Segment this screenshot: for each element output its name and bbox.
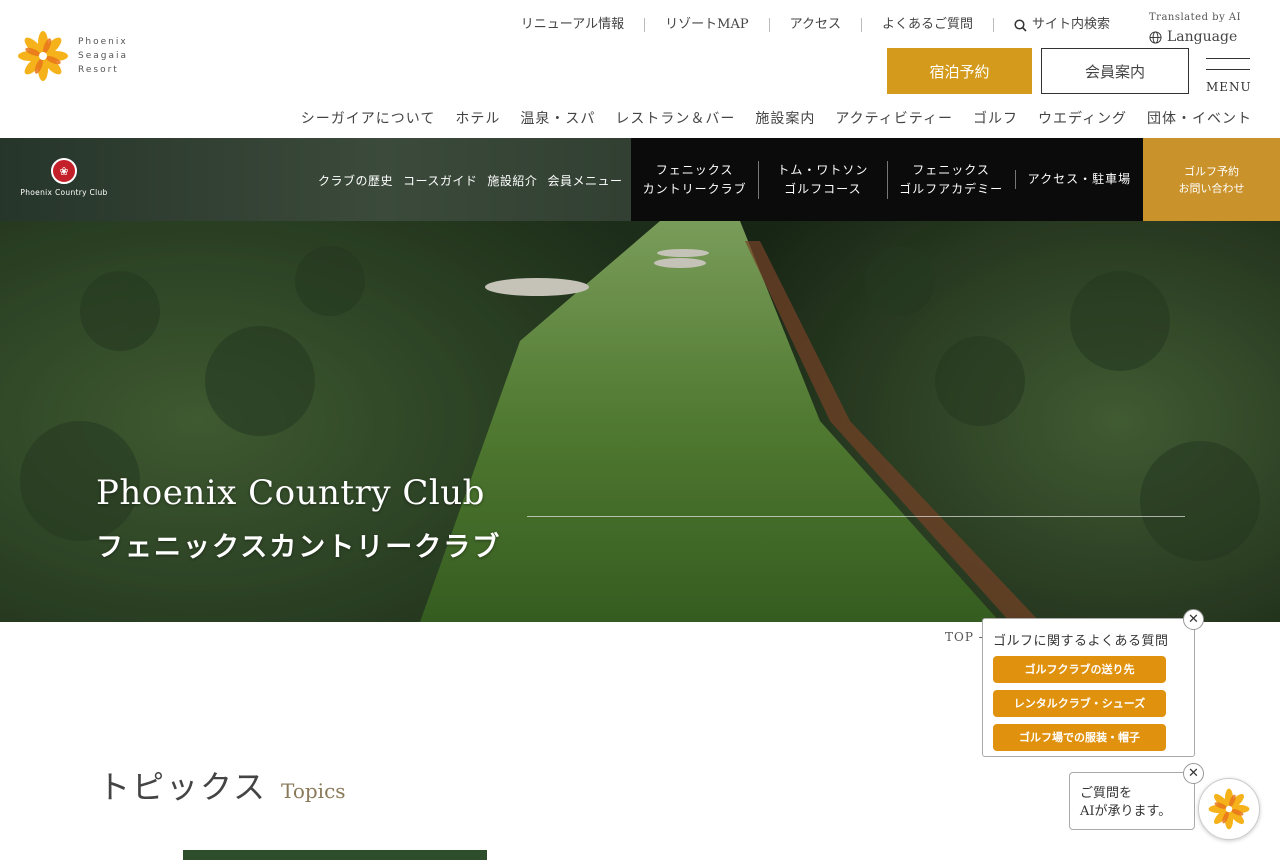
club-emblem-icon: ❀ — [51, 158, 77, 184]
topic-thumbnail[interactable] — [183, 850, 487, 860]
brand-line-2: Seagaia — [78, 51, 129, 61]
course-tab-phoenix-cc[interactable]: フェニックス カントリークラブ — [631, 161, 758, 199]
breadcrumb[interactable]: TOP - — [945, 630, 984, 644]
menu-button[interactable]: MENU — [1206, 58, 1252, 94]
phoenix-flower-icon — [1208, 788, 1250, 830]
faq-close-icon[interactable]: ✕ — [1183, 609, 1204, 630]
ai-chat-line1: ご質問を — [1080, 786, 1133, 801]
ai-chat-close-icon[interactable]: ✕ — [1183, 763, 1204, 784]
gnav-about[interactable]: シーガイアについて — [301, 108, 436, 128]
club-link-facilities[interactable]: 施設紹介 — [487, 172, 537, 189]
course-tab-line1: フェニックス — [655, 162, 734, 177]
site-search-label: サイト内検索 — [1031, 17, 1110, 32]
faq-button-dress-code[interactable]: ゴルフ場での服装・帽子 — [993, 724, 1166, 751]
gnav-activities[interactable]: アクティビティー — [835, 108, 953, 128]
ai-chat-bubble[interactable]: ご質問を AIが承ります。 — [1069, 772, 1195, 830]
hero-image: Phoenix Country Club フェニックスカントリークラブ — [0, 221, 1280, 622]
global-nav: シーガイアについて ホテル 温泉・スパ レストラン＆バー 施設案内 アクティビテ… — [301, 108, 1252, 128]
course-tab-academy[interactable]: フェニックス ゴルフアカデミー — [886, 160, 1015, 199]
member-info-button[interactable]: 会員案内 — [1041, 48, 1189, 94]
globe-icon — [1149, 30, 1162, 44]
menu-bar-top — [1206, 58, 1250, 59]
translated-note: Translated by AI — [1149, 12, 1242, 23]
club-link-history[interactable]: クラブの歴史 — [318, 172, 393, 189]
phoenix-flower-icon — [18, 31, 68, 81]
gnav-wedding[interactable]: ウエディング — [1038, 108, 1127, 128]
site-search-link[interactable]: サイト内検索 — [992, 17, 1130, 32]
country-club-logo[interactable]: ❀ Phoenix Country Club — [9, 158, 119, 197]
topics-heading: トピックス Topics — [98, 762, 346, 808]
faq-title: ゴルフに関するよくある質問 — [993, 634, 1169, 649]
brand-line-1: Phoenix — [78, 37, 128, 47]
utility-nav: リニューアル情報 リゾートMAP アクセス よくあるご質問 サイト内検索 — [500, 18, 1130, 32]
golf-faq-popup: ゴルフに関するよくある質問 ゴルフクラブの送り先 レンタルクラブ・シューズ ゴル… — [982, 618, 1195, 757]
topics-title-jp: トピックス — [98, 768, 268, 806]
faq-button-club-shipping[interactable]: ゴルフクラブの送り先 — [993, 656, 1166, 683]
ai-chat-launcher[interactable] — [1198, 778, 1260, 840]
course-tab-line1: トム・ワトソン — [777, 162, 869, 177]
topics-title-en: Topics — [281, 779, 346, 803]
golf-reservation-line1: ゴルフ予約 — [1184, 164, 1239, 178]
menu-label: MENU — [1206, 80, 1252, 94]
gnav-restaurant[interactable]: レストラン＆バー — [615, 108, 735, 128]
resort-logo-text: Phoenix Seagaia Resort — [78, 35, 128, 77]
util-link-faq[interactable]: よくあるご質問 — [860, 18, 993, 32]
util-link-access[interactable]: アクセス — [768, 18, 861, 32]
gnav-facilities[interactable]: 施設案内 — [755, 108, 815, 128]
course-tabs: フェニックス カントリークラブ トム・ワトソン ゴルフコース フェニックス ゴル… — [631, 138, 1143, 221]
course-tab-line2: カントリークラブ — [642, 181, 747, 196]
course-tab-line1: フェニックス — [912, 162, 990, 177]
club-link-member-menu[interactable]: 会員メニュー — [547, 172, 622, 189]
hero-title-english: Phoenix Country Club — [96, 473, 485, 513]
hero-divider — [527, 516, 1185, 517]
util-link-resort-map[interactable]: リゾートMAP — [644, 18, 768, 32]
language-selector[interactable]: Translated by AI Language — [1149, 12, 1244, 45]
resort-logo[interactable]: Phoenix Seagaia Resort — [16, 28, 146, 84]
brand-line-3: Resort — [78, 65, 119, 75]
gnav-hotel[interactable]: ホテル — [455, 108, 500, 128]
course-tab-tom-watson[interactable]: トム・ワトソン ゴルフコース — [758, 160, 886, 199]
golf-reservation-line2: お問い合わせ — [1178, 181, 1245, 195]
club-link-course-guide[interactable]: コースガイド — [403, 172, 477, 189]
golf-reservation-button[interactable]: ゴルフ予約 お問い合わせ — [1143, 138, 1280, 221]
menu-bar-bottom — [1206, 69, 1250, 70]
language-label: Language — [1167, 29, 1238, 45]
club-logo-text: Phoenix Country Club — [20, 188, 108, 197]
hero-title-japanese: フェニックスカントリークラブ — [96, 532, 502, 563]
course-tab-line1: アクセス・駐車場 — [1027, 172, 1132, 186]
course-tab-line2: ゴルフアカデミー — [899, 181, 1004, 196]
gnav-spa[interactable]: 温泉・スパ — [520, 108, 595, 128]
course-tab-access-parking[interactable]: アクセス・駐車場 — [1014, 170, 1143, 189]
gnav-golf[interactable]: ゴルフ — [973, 108, 1018, 128]
ai-chat-line2: AIが承ります。 — [1080, 804, 1172, 819]
gnav-groups[interactable]: 団体・イベント — [1147, 108, 1252, 128]
course-tab-line2: ゴルフコース — [784, 181, 862, 196]
club-links: クラブの歴史 コースガイド 施設紹介 会員メニュー — [318, 172, 622, 189]
faq-button-rental[interactable]: レンタルクラブ・シューズ — [993, 690, 1166, 717]
search-icon — [1014, 18, 1027, 32]
hotel-reservation-button[interactable]: 宿泊予約 — [887, 48, 1032, 94]
util-link-renewal[interactable]: リニューアル情報 — [501, 18, 644, 32]
